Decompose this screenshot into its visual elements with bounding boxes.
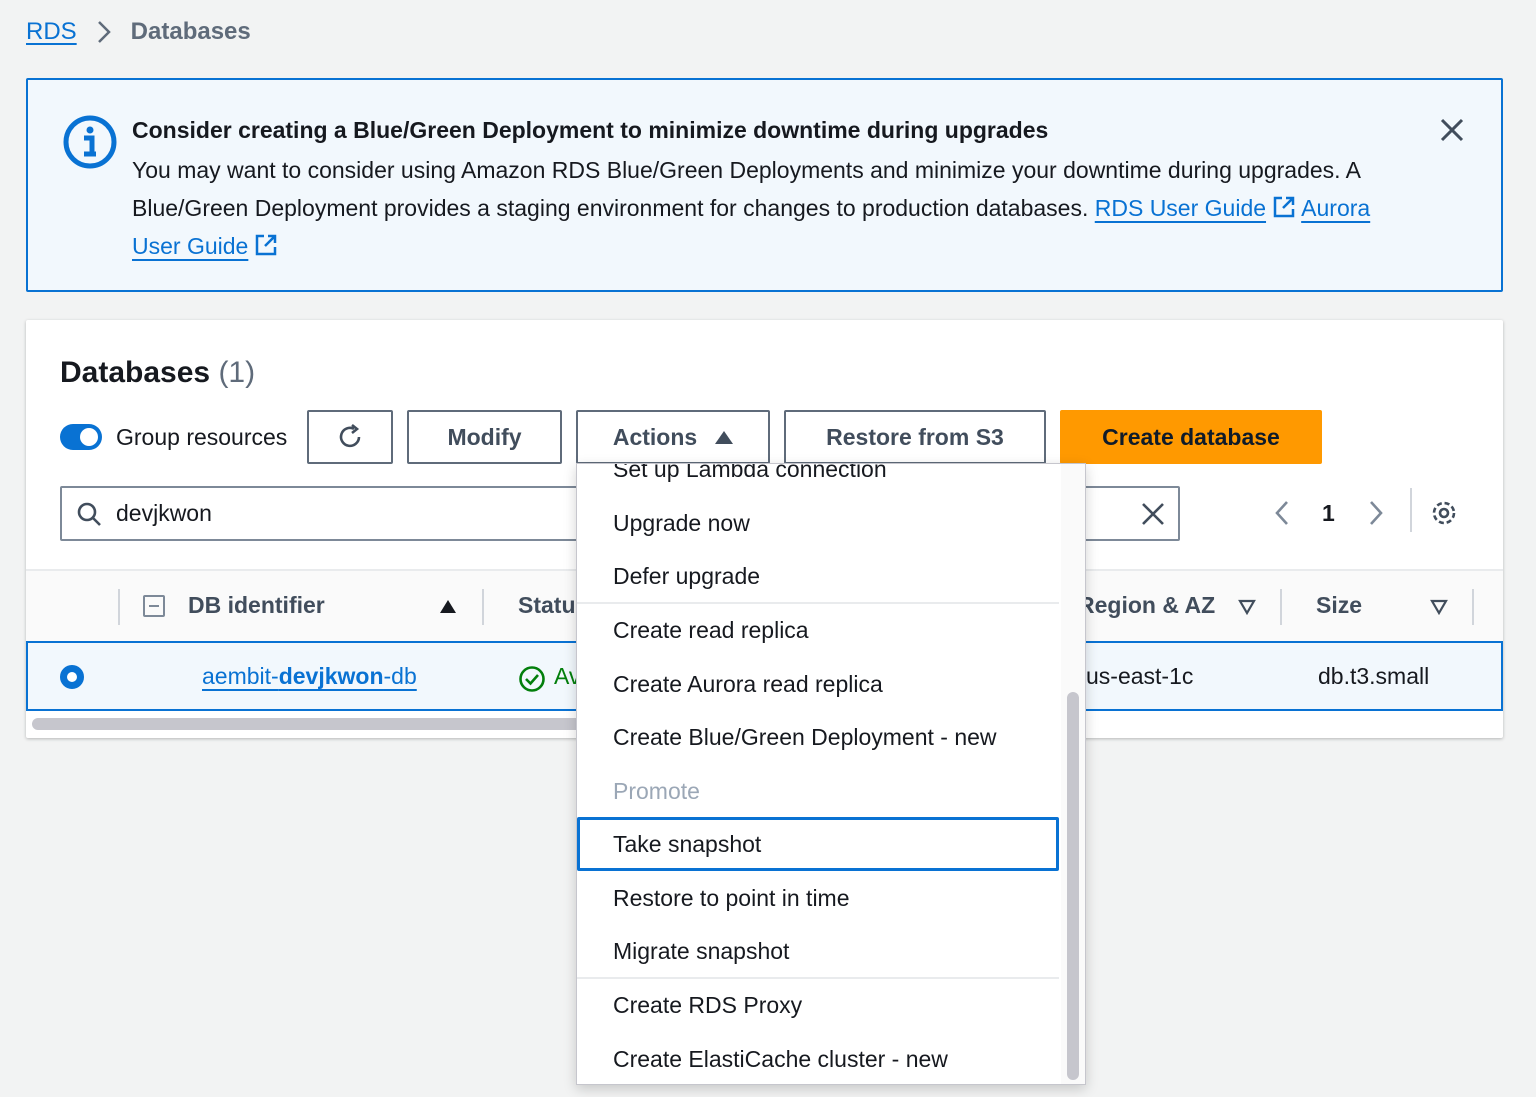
info-icon	[63, 115, 117, 169]
column-separator	[1280, 589, 1282, 625]
column-separator	[482, 589, 484, 625]
database-count: (1)	[218, 356, 256, 389]
menu-scrollbar-thumb[interactable]	[1067, 692, 1079, 1080]
panel-title: Databases (1)	[60, 356, 255, 390]
caret-up-icon	[715, 430, 734, 444]
next-page-icon[interactable]	[1364, 498, 1388, 528]
breadcrumb: RDS Databases	[26, 16, 251, 48]
actions-button-label: Actions	[612, 423, 698, 450]
panel-title-text: Databases	[60, 356, 211, 389]
clear-search-icon[interactable]	[1140, 501, 1166, 527]
actions-button[interactable]: Actions	[576, 410, 770, 464]
info-alert: Consider creating a Blue/Green Deploymen…	[26, 78, 1503, 292]
th-region-az[interactable]: Region & AZ	[1078, 592, 1215, 619]
menu-item-create-aurora-read-replica[interactable]: Create Aurora read replica	[577, 657, 1059, 711]
actions-dropdown-menu: Set up Lambda connection Upgrade now Def…	[576, 463, 1086, 1085]
refresh-button[interactable]	[307, 410, 393, 464]
menu-item-upgrade-now[interactable]: Upgrade now	[577, 496, 1059, 550]
row-radio-selected[interactable]	[60, 665, 84, 689]
menu-item-defer-upgrade[interactable]: Defer upgrade	[577, 549, 1059, 603]
close-icon[interactable]	[1438, 116, 1466, 144]
rds-user-guide-link[interactable]: RDS User Guide	[1095, 195, 1296, 221]
group-resources-label: Group resources	[116, 424, 288, 450]
db-identifier-match: devjkwon	[278, 663, 384, 689]
pager-divider	[1410, 488, 1412, 532]
breadcrumb-current: Databases	[130, 18, 251, 45]
page-number[interactable]: 1	[1322, 500, 1335, 527]
group-resources-toggle[interactable]	[60, 424, 102, 450]
rds-user-guide-link-text: RDS User Guide	[1094, 195, 1267, 221]
search-value: devjkwon	[116, 500, 212, 526]
menu-item-migrate-snapshot[interactable]: Migrate snapshot	[577, 924, 1059, 978]
menu-item-create-read-replica[interactable]: Create read replica	[577, 603, 1059, 657]
alert-body: You may want to consider using Amazon RD…	[132, 151, 1422, 265]
external-link-icon	[256, 234, 277, 256]
sort-icon[interactable]	[1238, 599, 1256, 615]
menu-item-take-snapshot[interactable]: Take snapshot	[577, 817, 1059, 871]
select-all-checkbox[interactable]	[143, 595, 165, 617]
column-separator	[1472, 589, 1474, 625]
menu-item-create-elasticache-cluster[interactable]: Create ElastiCache cluster - new	[577, 1032, 1059, 1084]
alert-title: Consider creating a Blue/Green Deploymen…	[132, 117, 1049, 143]
search-icon	[77, 502, 101, 526]
db-identifier-link[interactable]: aembit-devjkwon-db	[202, 663, 417, 690]
external-link-icon	[1273, 196, 1295, 218]
region-cell: us-east-1c	[1086, 663, 1194, 689]
size-cell: db.t3.small	[1318, 663, 1430, 689]
menu-item-create-rds-proxy[interactable]: Create RDS Proxy	[577, 978, 1059, 1032]
create-database-button[interactable]: Create database	[1060, 410, 1322, 464]
horizontal-scrollbar[interactable]	[32, 718, 632, 730]
menu-item-set-up-lambda-connection[interactable]: Set up Lambda connection	[577, 464, 1059, 496]
refresh-icon	[339, 423, 361, 448]
breadcrumb-rds-link[interactable]: RDS	[26, 18, 77, 46]
db-identifier-suffix: -db	[383, 663, 417, 689]
db-identifier-prefix: aembit-	[202, 663, 279, 689]
gear-icon[interactable]	[1429, 498, 1459, 528]
column-separator	[118, 589, 120, 625]
previous-page-icon[interactable]	[1270, 498, 1294, 528]
th-db-identifier[interactable]: DB identifier	[188, 592, 325, 619]
menu-item-restore-to-point-in-time[interactable]: Restore to point in time	[577, 871, 1059, 925]
restore-from-s3-button[interactable]: Restore from S3	[784, 410, 1046, 464]
sort-ascending-icon[interactable]	[440, 600, 456, 613]
sort-icon[interactable]	[1430, 599, 1448, 615]
modify-button[interactable]: Modify	[407, 410, 562, 464]
menu-item-promote: Promote	[613, 777, 700, 804]
th-size[interactable]: Size	[1316, 592, 1362, 619]
chevron-right-icon	[95, 19, 113, 45]
menu-item-create-blue-green-deployment[interactable]: Create Blue/Green Deployment - new	[577, 710, 1059, 764]
check-circle-icon	[519, 666, 545, 692]
